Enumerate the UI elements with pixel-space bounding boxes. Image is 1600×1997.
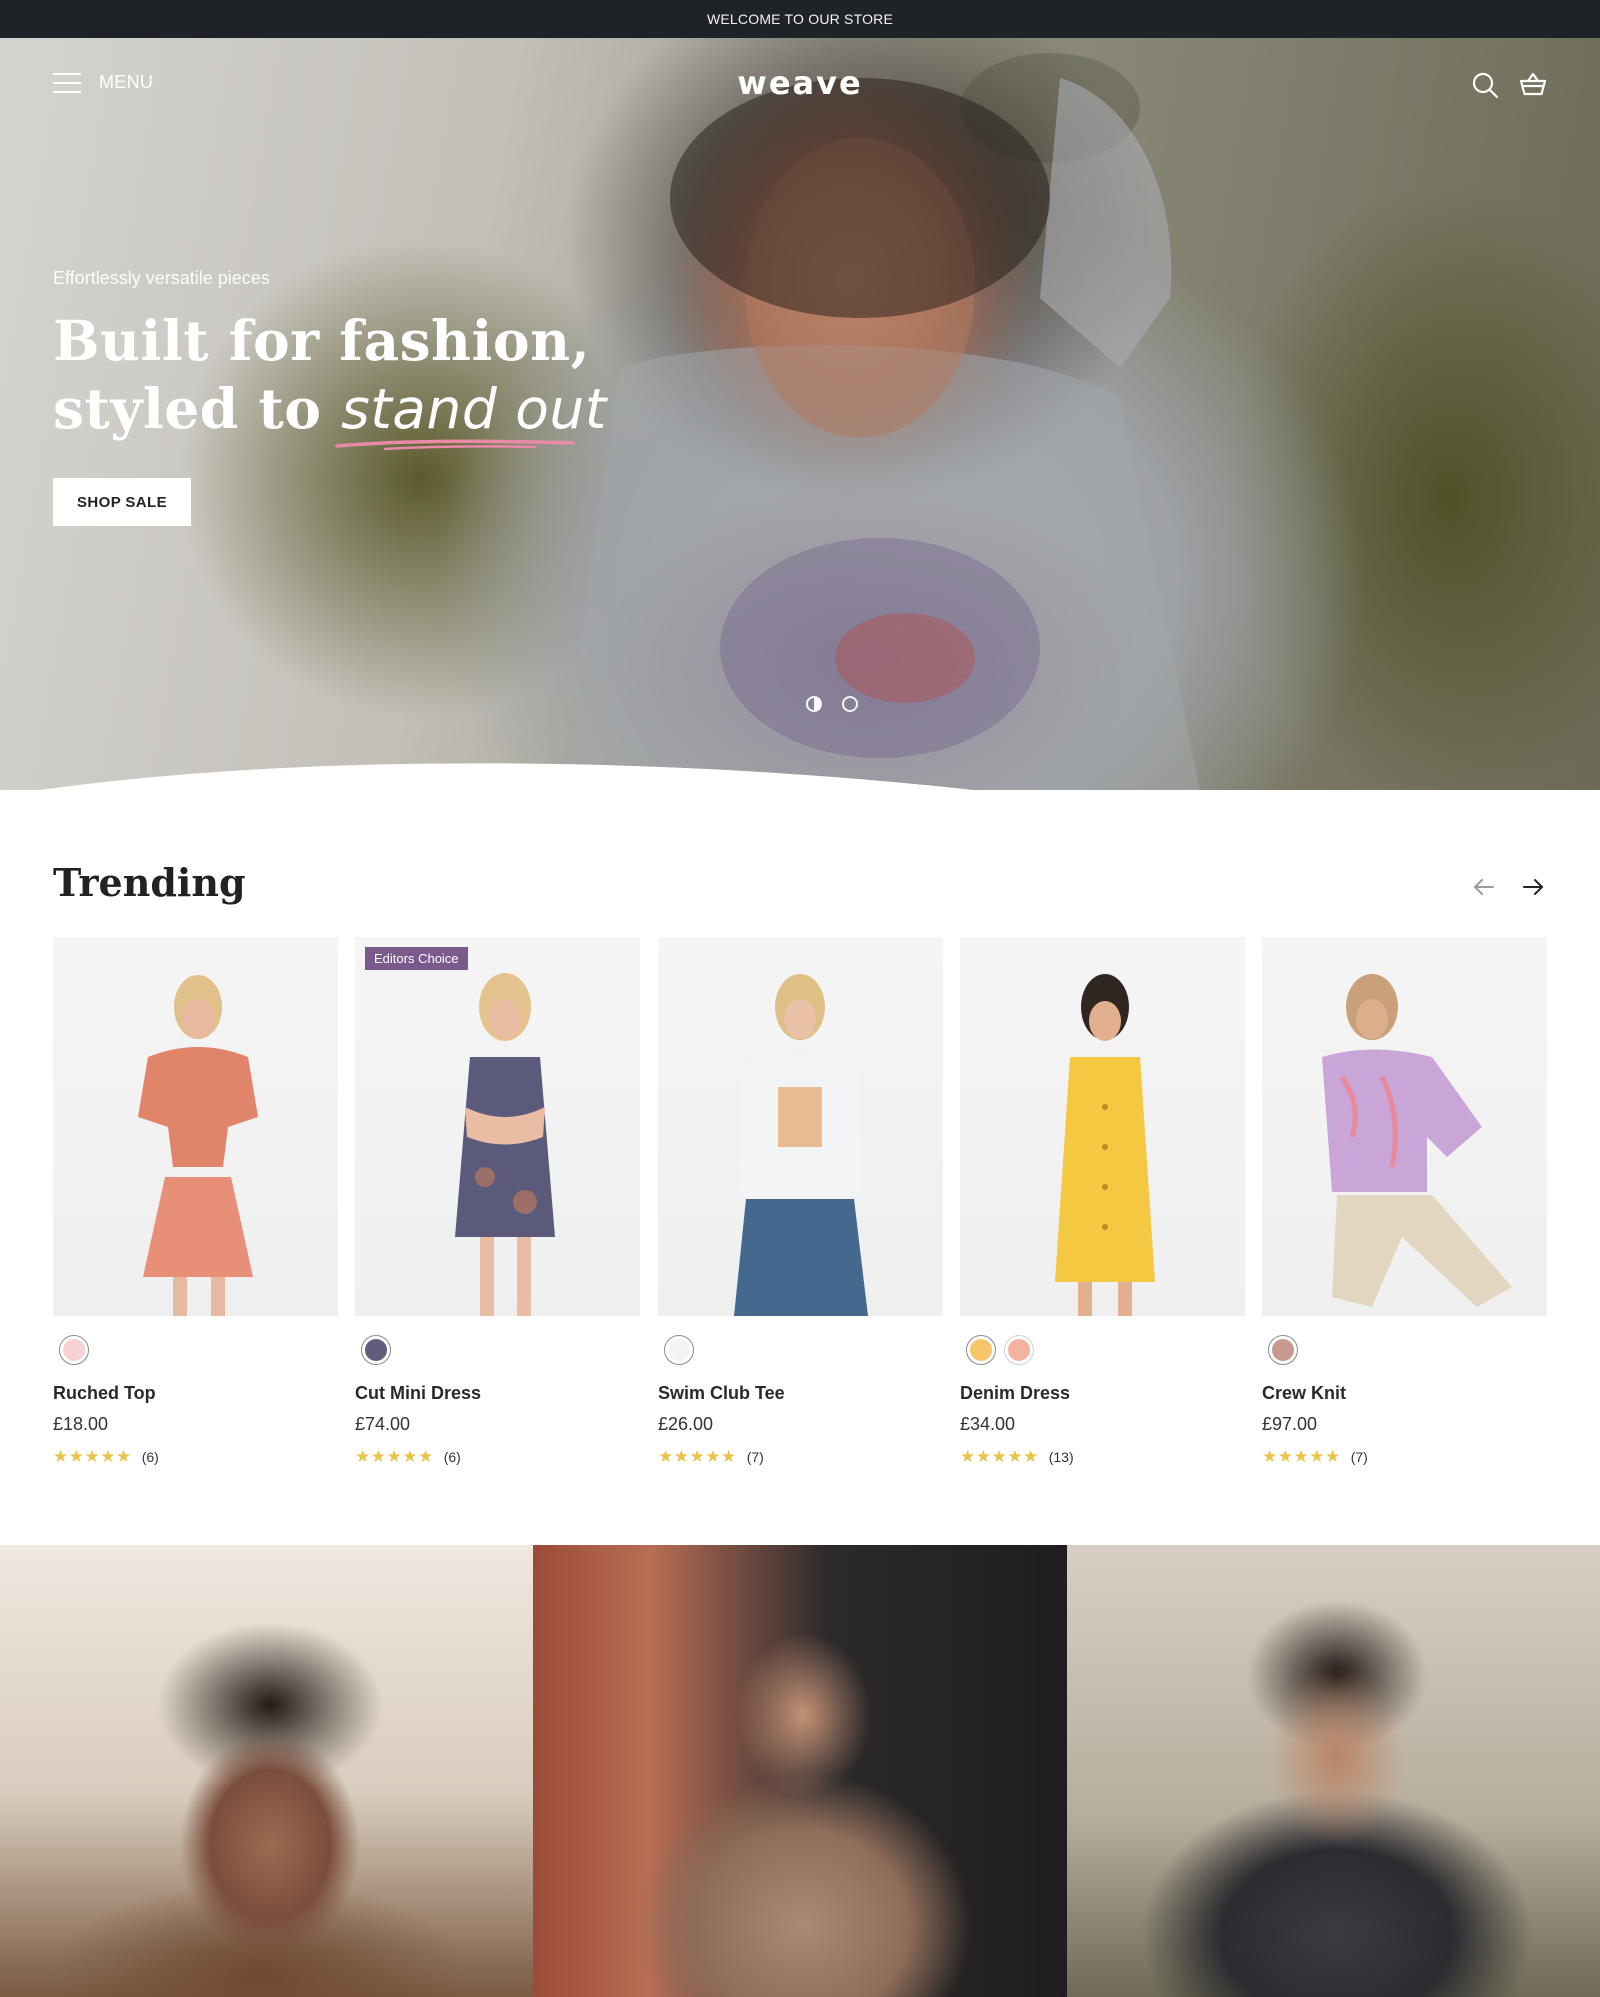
star-rating-icon: ★★★★★ [658,1447,737,1466]
product-name[interactable]: Cut Mini Dress [355,1383,481,1404]
wave-divider [40,763,974,790]
swatch-color [365,1339,387,1361]
search-icon [1472,72,1499,99]
announcement-bar: WELCOME TO OUR STORE [0,0,1600,38]
logo: weave [0,64,1600,102]
carousel-next-button[interactable] [1516,870,1550,904]
color-swatch[interactable] [361,1335,391,1365]
review-count: (6) [443,1449,461,1465]
product-photo [1055,974,1155,1316]
lookbook-image-3[interactable] [1066,1545,1600,1997]
product-rating: ★★★★★ (7) [1262,1447,1368,1467]
arrow-right-icon [1523,879,1543,895]
product-name[interactable]: Ruched Top [53,1383,156,1404]
lookbook-image-2[interactable] [533,1545,1067,1997]
product-price: £34.00 [960,1414,1016,1434]
review-count: (6) [141,1449,159,1465]
swatch-color [668,1339,690,1361]
product-photo [1322,974,1512,1307]
color-swatches [59,1335,89,1365]
editors-choice-badge: Editors Choice [365,947,468,970]
product-card: Crew Knit £97.00 ★★★★★ (7) [1262,937,1547,1477]
product-image[interactable]: Editors Choice [355,937,640,1316]
product-image[interactable] [53,937,338,1316]
color-swatches [966,1335,1034,1365]
star-rating-icon: ★★★★★ [1262,1447,1341,1466]
color-swatches [664,1335,694,1365]
swatch-color [1008,1339,1030,1361]
product-price: £74.00 [355,1414,411,1434]
hero-title-line2-prefix: styled to [53,376,342,441]
product-photo [138,975,258,1316]
swatch-color [1272,1339,1294,1361]
product-rating: ★★★★★ (6) [53,1447,159,1467]
arrow-left-icon [1474,879,1494,895]
slide-pagination [806,696,858,712]
product-carousel: Ruched Top £18.00 ★★★★★ (6) Editors Choi… [53,937,1548,1477]
product-price: £26.00 [658,1414,714,1434]
hero-title-line1: Built for fashion, [53,308,591,373]
brush-underline-icon [335,439,575,451]
shop-sale-button[interactable]: SHOP SALE [53,478,191,526]
color-swatch[interactable] [664,1335,694,1365]
product-price: £97.00 [1262,1414,1318,1434]
review-count: (13) [1048,1449,1074,1465]
hero-copy: Effortlessly versatile pieces Built for … [53,268,607,451]
logo-link[interactable]: weave [737,64,862,102]
color-swatch[interactable] [966,1335,996,1365]
hero-kicker: Effortlessly versatile pieces [53,268,270,288]
cart-icon [1519,72,1547,96]
announcement-text: WELCOME TO OUR STORE [706,11,894,27]
swatch-color [970,1339,992,1361]
carousel-prev-button[interactable] [1467,870,1501,904]
color-swatch[interactable] [1004,1335,1034,1365]
star-rating-icon: ★★★★★ [53,1447,132,1466]
color-swatch[interactable] [59,1335,89,1365]
review-count: (7) [746,1449,764,1465]
product-photo [455,973,555,1316]
product-price: £18.00 [53,1414,109,1434]
hero-title: Built for fashion, styled to stand out [53,307,607,451]
menu-icon [53,72,81,93]
product-name[interactable]: Swim Club Tee [658,1383,785,1404]
swatch-color [63,1339,85,1361]
slide-dot-1[interactable] [806,696,822,712]
lookbook-grid [0,1545,1600,1997]
product-card: Swim Club Tee £26.00 ★★★★★ (7) [658,937,943,1477]
review-count: (7) [1350,1449,1368,1465]
section-title-trending: Trending [53,860,246,905]
menu-button[interactable]: MENU [53,72,153,93]
star-rating-icon: ★★★★★ [960,1447,1039,1466]
hero-title-accent-text: stand out [341,377,607,441]
product-photo [734,974,868,1316]
product-card: Ruched Top £18.00 ★★★★★ (6) [53,937,338,1477]
product-rating: ★★★★★ (6) [355,1447,461,1467]
product-card: Editors Choice Cut Mini Dress £74.00 ★★★… [355,937,640,1477]
product-image[interactable] [1262,937,1547,1316]
product-name[interactable]: Crew Knit [1262,1383,1346,1404]
search-button[interactable] [1470,70,1500,100]
color-swatches [1268,1335,1298,1365]
color-swatch[interactable] [1268,1335,1298,1365]
product-card: Denim Dress £34.00 ★★★★★ (13) [960,937,1245,1477]
color-swatches [361,1335,391,1365]
product-rating: ★★★★★ (7) [658,1447,764,1467]
product-rating: ★★★★★ (13) [960,1447,1074,1467]
product-image[interactable] [960,937,1245,1316]
lookbook-image-1[interactable] [0,1545,534,1997]
product-image[interactable] [658,937,943,1316]
hero-title-line2: styled to stand out [53,375,607,451]
slide-dot-2[interactable] [842,696,858,712]
star-rating-icon: ★★★★★ [355,1447,434,1466]
hero-banner: MENU weave Effortlessly versatile pieces… [0,38,1600,790]
cart-button[interactable] [1518,70,1548,100]
hero-title-accent: stand out [335,377,607,451]
product-name[interactable]: Denim Dress [960,1383,1070,1404]
site-header: MENU weave [0,38,1600,132]
menu-label: MENU [99,72,154,92]
